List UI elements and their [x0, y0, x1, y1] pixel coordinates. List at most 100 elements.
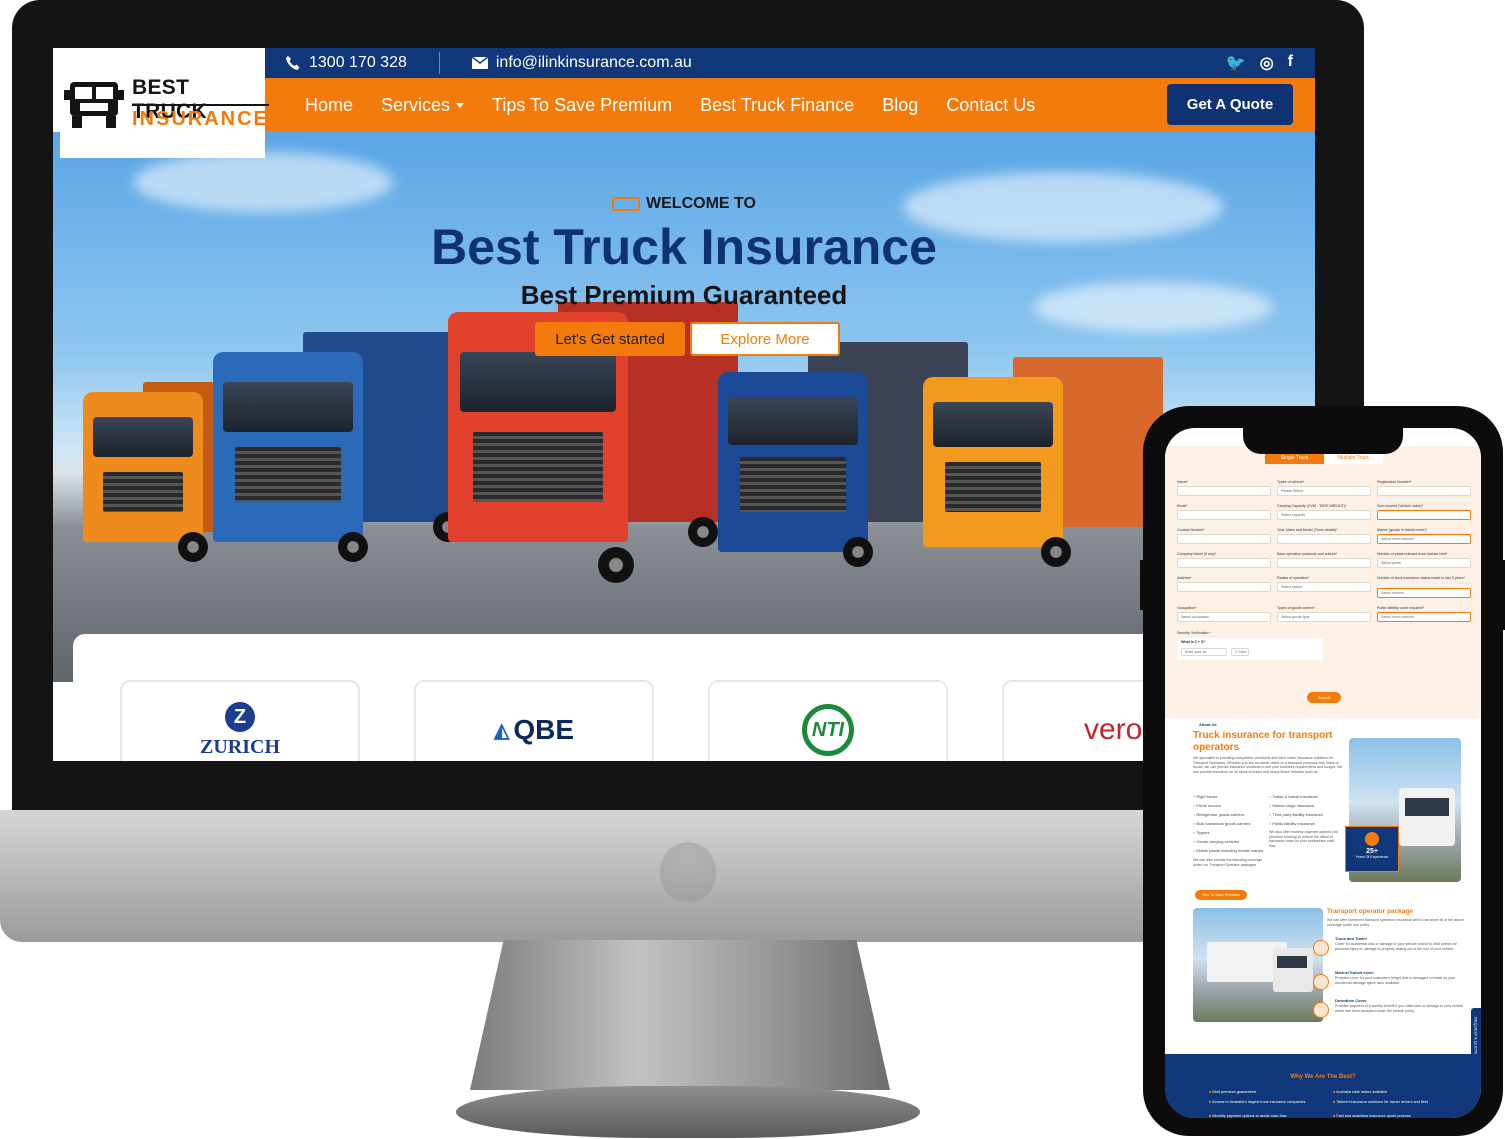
list-item: Third party liability insurance: [1269, 812, 1323, 817]
package-heading: Transport operator package: [1327, 908, 1413, 915]
list-item: Refrigerator goods carriers: [1193, 812, 1244, 817]
package-item-title: Marine/Transit cover: [1335, 970, 1374, 975]
company-name-field[interactable]: [1177, 558, 1271, 568]
form-label: Sum insured (Vehicle value)*: [1377, 504, 1424, 508]
nav-item-services-label: Services: [381, 94, 451, 115]
list-item: Rigid trucks: [1193, 794, 1217, 799]
form-label: Number of years relevant truck license h…: [1377, 552, 1448, 556]
mobile-screen: Single Truck Multiple Truck Name* Email*…: [1165, 428, 1481, 1118]
postcode-field[interactable]: [1277, 558, 1371, 568]
why-item: Monthly payment options to assist cash f…: [1209, 1114, 1286, 1118]
submit-button[interactable]: Submit: [1307, 692, 1341, 703]
contact-number-field[interactable]: [1177, 534, 1271, 544]
award-icon: [1365, 832, 1379, 846]
site-logo[interactable]: BEST TRUCK INSURANCE: [60, 48, 269, 158]
occupation-select[interactable]: Select occupation: [1177, 612, 1271, 622]
form-label: Contact Number*: [1177, 528, 1205, 532]
partner-name: NTI: [802, 704, 854, 756]
security-answer-input[interactable]: Enter your an: [1181, 648, 1227, 656]
form-label: Email*: [1177, 504, 1188, 508]
partner-card-nti[interactable]: NTI: [708, 680, 948, 761]
claims-select[interactable]: Select number: [1377, 588, 1471, 598]
form-label: Registration Number*: [1377, 480, 1412, 484]
why-item: Best premium guaranteed: [1209, 1090, 1256, 1094]
phone-notch: [1243, 428, 1403, 454]
marine-cover-select[interactable]: Select cover amount: [1377, 534, 1471, 544]
why-best-section: Why We Are The Best? Best premium guaran…: [1165, 1054, 1481, 1118]
refresh-captcha-button[interactable]: ↻ New: [1231, 648, 1249, 656]
form-label: Occupation*: [1177, 606, 1197, 610]
zurich-logo: Z ZURICH: [199, 701, 280, 759]
experience-badge: 25+ Years Of Experience: [1345, 826, 1399, 872]
why-item: Fast and seamless insurance quote proces…: [1333, 1114, 1410, 1118]
list-item: Goods carrying vehicles: [1193, 839, 1239, 844]
topbar-phone[interactable]: 1300 170 328: [265, 54, 427, 72]
blue-truck-image: [213, 332, 473, 572]
form-label: Name*: [1177, 480, 1188, 484]
nav-item-home[interactable]: Home: [305, 95, 353, 116]
qbe-logo-icon: ◭: [493, 719, 510, 742]
get-started-button[interactable]: Let's Get started: [535, 322, 685, 356]
main-navigation: Home Services Tips To Save Premium Best …: [265, 78, 1315, 132]
get-quote-button[interactable]: Get A Quote: [1167, 84, 1293, 125]
license-years-select[interactable]: Select years: [1377, 558, 1471, 568]
truck-trailer-icon: [1313, 940, 1329, 956]
security-question: What is 3 + 5?: [1181, 640, 1206, 644]
contact-topbar: 1300 170 328 info@ilinkinsurance.com.au …: [265, 48, 1315, 78]
truck-logo-icon: [64, 82, 124, 128]
form-label: Types of goods carried*: [1277, 606, 1315, 610]
list-item: Marine cargo insurance: [1269, 803, 1314, 808]
hero-welcome: WELCOME TO: [53, 195, 1315, 213]
name-field[interactable]: [1177, 486, 1271, 496]
list-item: Trailer & transit insurance: [1269, 794, 1317, 799]
logo-text-secondary: INSURANCE: [132, 104, 269, 131]
topbar-email[interactable]: info@ilinkinsurance.com.au: [452, 54, 712, 72]
address-field[interactable]: [1177, 582, 1271, 592]
why-item: Tailored insurance solutions for owner d…: [1333, 1100, 1443, 1104]
form-label: Company Name (if any)*: [1177, 552, 1217, 556]
list-item: Public liability insurance: [1269, 821, 1314, 826]
facebook-icon[interactable]: f: [1288, 53, 1293, 73]
registration-field[interactable]: [1377, 486, 1471, 496]
about-left-note: We can also provide the following covera…: [1193, 858, 1263, 867]
delivery-truck-icon: [612, 196, 641, 211]
experience-label: Years Of Experience: [1355, 855, 1389, 859]
instagram-icon[interactable]: ◎: [1260, 53, 1274, 73]
about-tag: About Us: [1199, 722, 1217, 727]
goods-type-select[interactable]: Select goods type: [1277, 612, 1371, 622]
partner-card-qbe[interactable]: ◭ QBE: [414, 680, 654, 761]
nav-item-services[interactable]: Services: [381, 94, 465, 116]
nav-item-tips[interactable]: Tips To Save Premium: [492, 95, 672, 116]
public-liability-select[interactable]: Select cover amount: [1377, 612, 1471, 622]
nav-item-contact[interactable]: Contact Us: [946, 95, 1035, 116]
nav-item-blog[interactable]: Blog: [882, 95, 918, 116]
radius-select[interactable]: Select radius: [1277, 582, 1371, 592]
truck-details-field[interactable]: [1277, 534, 1371, 544]
chevron-down-icon: [456, 103, 465, 109]
topbar-email-address: info@ilinkinsurance.com.au: [495, 54, 692, 71]
nav-item-finance[interactable]: Best Truck Finance: [700, 95, 854, 116]
downtime-icon: [1313, 1002, 1329, 1018]
mockup-stage: BEST TRUCK INSURANCE 1300 170 328 info@i…: [0, 0, 1505, 1139]
list-item: Mobile plants including mobile cranes: [1193, 848, 1262, 853]
hero-banner: WELCOME TO Best Truck Insurance Best Pre…: [53, 132, 1315, 682]
vehicle-type-select[interactable]: Please Select: [1277, 486, 1371, 496]
list-item: Prime movers: [1193, 803, 1221, 808]
email-field[interactable]: [1177, 510, 1271, 520]
sum-insured-field[interactable]: [1377, 510, 1471, 520]
package-item-title: Downtime Cover: [1335, 998, 1367, 1003]
partner-name: ZURICH: [199, 735, 280, 758]
topbar-divider: [438, 52, 440, 74]
mobile-phone-frame: Single Truck Multiple Truck Name* Email*…: [1143, 406, 1503, 1136]
package-item-title: Truck and Trailer: [1335, 936, 1368, 941]
tips-save-premium-button[interactable]: Tips To Save Premium: [1195, 890, 1247, 900]
list-item: Bulk hazardous goods carriers: [1193, 821, 1250, 826]
marine-transit-icon: [1313, 974, 1329, 990]
explore-more-button[interactable]: Explore More: [690, 322, 840, 356]
form-label: Address*: [1177, 576, 1192, 580]
security-label: Security Verification *: [1177, 631, 1211, 635]
desktop-monitor-base: [456, 1086, 920, 1138]
partner-card-zurich[interactable]: Z ZURICH: [120, 680, 360, 761]
twitter-icon[interactable]: 🐦: [1226, 53, 1246, 73]
capacity-select[interactable]: Select capacity: [1277, 510, 1371, 520]
